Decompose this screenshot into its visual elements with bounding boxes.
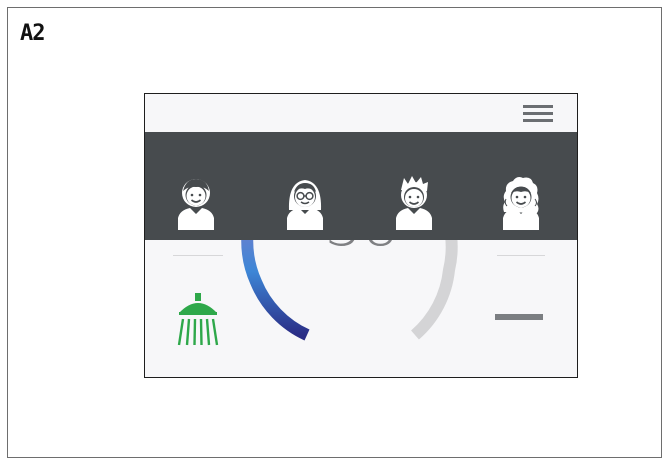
woman-glasses-avatar-icon (287, 180, 323, 230)
boy-avatar-icon (178, 179, 214, 230)
menu-button[interactable] (523, 102, 553, 124)
shower-outlet-button[interactable] (175, 291, 221, 347)
user-profile-2[interactable] (285, 174, 325, 230)
user-profile-4[interactable] (501, 174, 541, 230)
curly-hair-woman-avatar-icon (503, 177, 539, 230)
user-profile-1[interactable] (176, 174, 216, 230)
user-selection-bar (145, 132, 577, 240)
hamburger-menu-icon (523, 105, 553, 122)
figure-frame: A2 (7, 7, 662, 458)
top-bar (145, 94, 577, 133)
shower-control-screen: 38 (144, 93, 578, 378)
temperature-decrease-button[interactable] (495, 314, 543, 320)
spiky-hair-man-avatar-icon (396, 176, 432, 230)
shower-head-icon (177, 293, 219, 346)
minus-icon (495, 314, 496, 315)
user-profile-3[interactable] (394, 174, 434, 230)
step-label: A2 (20, 21, 45, 46)
